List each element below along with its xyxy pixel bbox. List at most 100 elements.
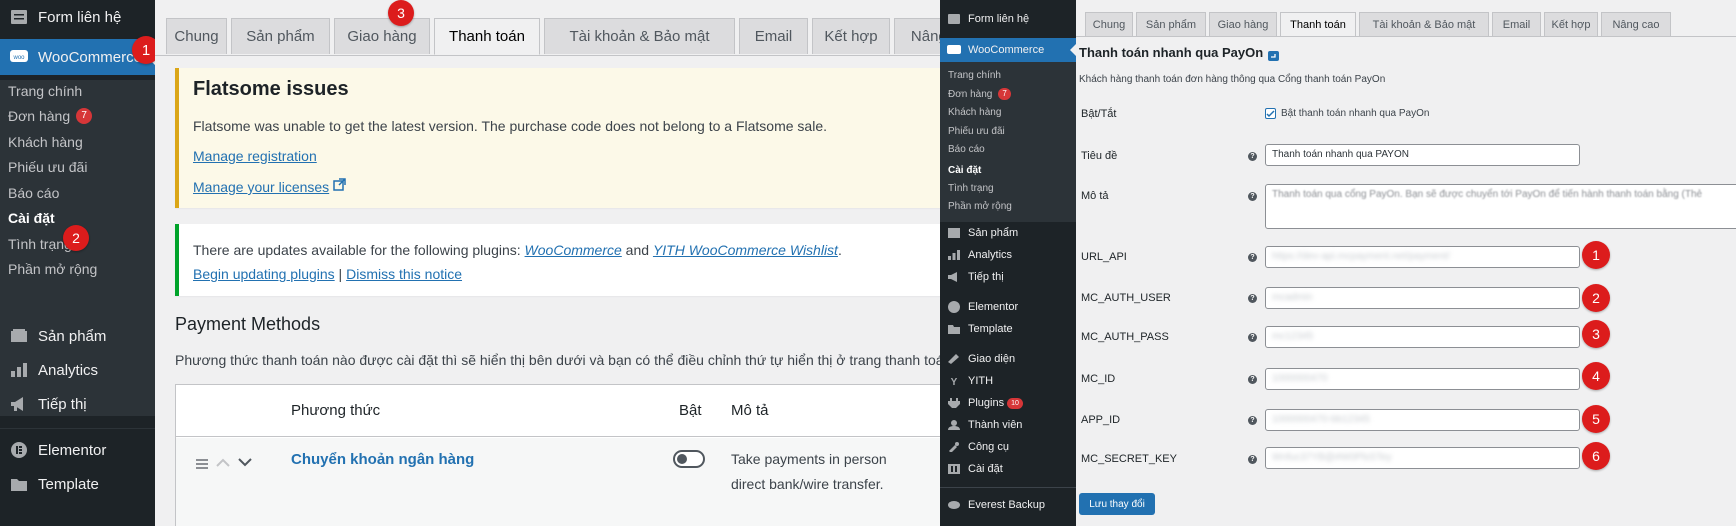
help-icon[interactable]: ? <box>1248 333 1257 342</box>
r-sidebar-item-everest-backup[interactable]: Everest Backup <box>940 496 1076 514</box>
r-sidebar-item-products[interactable]: Sản phẩm <box>940 224 1076 242</box>
r-sidebar-item-settings[interactable]: Cài đặt <box>940 460 1076 478</box>
yith-plugin-link[interactable]: YITH WooCommerce Wishlist <box>653 242 838 258</box>
row-desc-line2: direct bank/wire transfer. <box>731 476 884 492</box>
mc-id-input[interactable]: 1000000470 <box>1265 368 1580 390</box>
r-sidebar-item-elementor[interactable]: Elementor <box>940 298 1076 316</box>
r-sidebar-item-appearance[interactable]: Giao diện <box>940 350 1076 368</box>
r-sidebar-item-woocommerce[interactable]: WooCommerce <box>940 38 1076 62</box>
submenu-item-coupons[interactable]: Phiếu ưu đãi <box>8 159 87 175</box>
plugins-count-badge: 10 <box>1007 397 1023 409</box>
tab-general[interactable]: Chung <box>166 18 227 54</box>
elementor-icon <box>946 301 962 313</box>
sidebar-item-template[interactable]: Template <box>0 467 155 501</box>
submenu-item-customers[interactable]: Khách hàng <box>8 134 83 150</box>
r-submenu-item-status[interactable]: Tình trạng <box>948 183 994 194</box>
r-tab-shipping[interactable]: Giao hàng <box>1209 12 1277 36</box>
manage-licenses-link[interactable]: Manage your licenses <box>193 179 329 195</box>
r-sidebar-item-yith[interactable]: Y YITH <box>940 372 1076 390</box>
submenu-item-home[interactable]: Trang chính <box>8 83 82 99</box>
r-sidebar-item-marketing[interactable]: Tiếp thị <box>940 268 1076 286</box>
tab-shipping[interactable]: Giao hàng <box>334 18 430 54</box>
col-description: Mô tả <box>731 402 769 419</box>
submenu-item-extensions[interactable]: Phần mở rộng <box>8 261 97 277</box>
bank-transfer-toggle[interactable] <box>673 450 705 468</box>
sidebar-item-marketing[interactable]: Tiếp thị <box>0 387 155 421</box>
form-icon <box>946 14 962 24</box>
submenu-label: Trang chính <box>8 83 83 99</box>
tab-advanced[interactable]: Nâng cao <box>894 18 940 54</box>
r-submenu-item-settings[interactable]: Cài đặt <box>948 165 981 176</box>
r-sidebar-item-tools[interactable]: Công cụ <box>940 438 1076 456</box>
tab-email[interactable]: Email <box>739 18 808 54</box>
bank-transfer-link[interactable]: Chuyển khoản ngân hàng <box>291 451 474 468</box>
auth-pass-input[interactable]: mc12345 <box>1265 326 1580 348</box>
help-icon[interactable]: ? <box>1248 416 1257 425</box>
r-submenu-item-home[interactable]: Trang chính <box>948 70 1001 81</box>
sidebar-item-analytics[interactable]: Analytics <box>0 353 155 387</box>
sidebar-item-woocommerce[interactable]: woo WooCommerce <box>0 39 155 75</box>
r-tab-accounts-privacy[interactable]: Tài khoản & Bảo mật <box>1359 12 1489 36</box>
tab-payments[interactable]: Thanh toán <box>434 18 540 55</box>
r-tab-general[interactable]: Chung <box>1085 12 1133 36</box>
help-icon[interactable]: ? <box>1248 192 1257 201</box>
r-tab-products[interactable]: Sản phẩm <box>1136 12 1206 36</box>
return-link-icon[interactable] <box>1268 48 1279 66</box>
r-tab-integration[interactable]: Kết hợp <box>1544 12 1598 36</box>
description-textarea[interactable]: Thanh toán qua cổng PayOn. Bạn sẽ được c… <box>1265 184 1736 229</box>
tab-products[interactable]: Sản phẩm <box>231 18 330 54</box>
help-icon[interactable]: ? <box>1248 375 1257 384</box>
updates-dot: . <box>837 242 842 258</box>
title-input[interactable]: Thanh toán nhanh qua PAYON <box>1265 144 1580 166</box>
r-submenu-item-orders[interactable]: Đơn hàng 7 <box>948 88 1011 100</box>
r-sidebar-item-template[interactable]: Template <box>940 320 1076 338</box>
backup-icon <box>946 500 962 510</box>
move-down-icon[interactable] <box>238 454 252 472</box>
manage-registration-link[interactable]: Manage registration <box>193 148 317 164</box>
tab-integration[interactable]: Kết hợp <box>812 18 890 54</box>
elementor-icon <box>6 442 32 458</box>
app-id-input[interactable]: 1000000470-bb12345 <box>1265 409 1580 431</box>
save-changes-button[interactable]: Lưu thay đổi <box>1079 493 1155 515</box>
r-tab-email[interactable]: Email <box>1492 12 1541 36</box>
r-tab-payments[interactable]: Thanh toán <box>1280 12 1356 36</box>
url-api-input[interactable]: https://dev-api.mcpayment.net/payment/ <box>1265 246 1580 268</box>
auth-user-input[interactable]: mcadmin <box>1265 287 1580 309</box>
link-separator: | <box>334 266 347 282</box>
dismiss-notice-link[interactable]: Dismiss this notice <box>346 266 462 282</box>
products-icon <box>6 329 32 343</box>
r-submenu-item-customers[interactable]: Khách hàng <box>948 107 1001 118</box>
enable-checkbox[interactable] <box>1265 108 1276 119</box>
sidebar-label: Everest Backup <box>968 499 1046 511</box>
r-sidebar-item-analytics[interactable]: Analytics <box>940 246 1076 264</box>
woocommerce-plugin-link[interactable]: WooCommerce <box>525 242 622 258</box>
r-submenu-item-coupons[interactable]: Phiếu ưu đãi <box>948 126 1005 137</box>
secret-key-input[interactable]: Wnfuc37YB@#W0PlsSTey <box>1265 447 1580 469</box>
help-icon[interactable]: ? <box>1248 455 1257 464</box>
drag-handle-icon[interactable] <box>196 456 208 474</box>
tab-accounts-privacy[interactable]: Tài khoản & Bảo mật <box>544 18 735 54</box>
begin-updating-link[interactable]: Begin updating plugins <box>193 266 335 282</box>
woo-icon: woo <box>6 50 32 64</box>
move-up-icon[interactable] <box>216 454 230 472</box>
sidebar-item-form[interactable]: Form liên hệ <box>0 0 155 34</box>
secret-key-value: Wnfuc37YB@#W0PlsSTey <box>1272 452 1392 463</box>
help-icon[interactable]: ? <box>1248 253 1257 262</box>
sidebar-label: Plugins <box>968 397 1005 409</box>
submenu-label: Báo cáo <box>8 185 60 201</box>
tools-icon <box>946 442 962 452</box>
submenu-item-reports[interactable]: Báo cáo <box>8 185 59 201</box>
r-sidebar-item-plugins[interactable]: Plugins 10 <box>940 394 1076 412</box>
r-sidebar-item-users[interactable]: Thành viên <box>940 416 1076 434</box>
r-submenu-item-extensions[interactable]: Phần mở rộng <box>948 201 1012 212</box>
help-icon[interactable]: ? <box>1248 294 1257 303</box>
sidebar-item-products[interactable]: Sản phẩm <box>0 319 155 353</box>
r-submenu-item-reports[interactable]: Báo cáo <box>948 144 985 155</box>
help-icon[interactable]: ? <box>1248 152 1257 161</box>
submenu-item-orders[interactable]: Đơn hàng 7 <box>8 108 93 124</box>
products-icon <box>946 228 962 238</box>
r-tab-advanced[interactable]: Nâng cao <box>1601 12 1671 36</box>
r-sidebar-item-form[interactable]: Form liên hệ <box>940 10 1076 28</box>
submenu-item-settings[interactable]: Cài đặt <box>8 210 55 226</box>
sidebar-item-elementor[interactable]: Elementor <box>0 433 155 467</box>
